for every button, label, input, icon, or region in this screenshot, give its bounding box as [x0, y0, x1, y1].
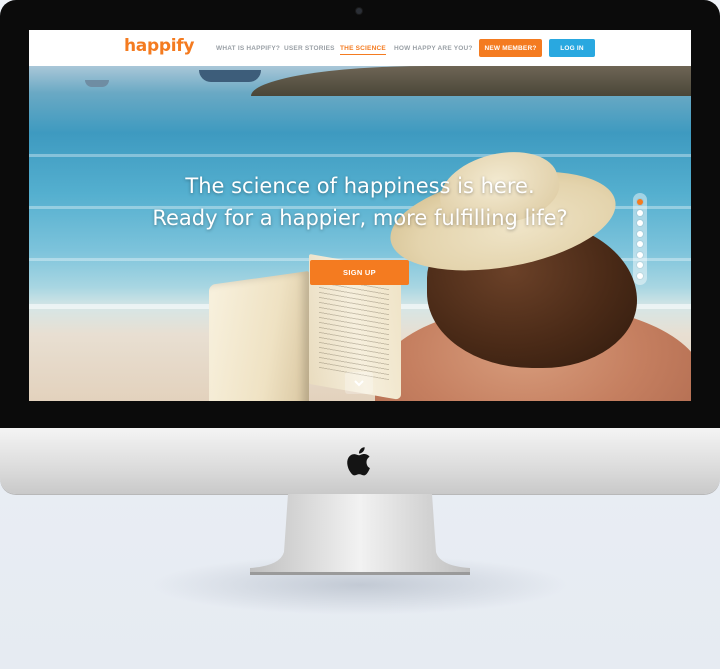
slide-dot[interactable]	[637, 241, 643, 247]
hero-background-island	[251, 66, 691, 96]
slide-dot[interactable]	[637, 220, 643, 226]
nav-link-the-science[interactable]: THE SCIENCE	[340, 45, 386, 55]
hero-headline: The science of happiness is here. Ready …	[29, 170, 691, 234]
slide-dot[interactable]	[637, 209, 643, 216]
signup-button[interactable]: SIGN UP	[310, 260, 409, 285]
new-member-button[interactable]: NEW MEMBER?	[479, 39, 542, 57]
slide-dot[interactable]	[637, 199, 643, 205]
nav-link-what-is-happify[interactable]: WHAT IS HAPPIFY?	[216, 45, 280, 52]
hero-section: The science of happiness is here. Ready …	[29, 66, 691, 401]
hero-photo-book-text	[319, 271, 389, 381]
monitor-stand	[250, 494, 470, 575]
slide-dot[interactable]	[637, 251, 643, 258]
hero-headline-line1: The science of happiness is here.	[185, 174, 535, 198]
apple-icon	[347, 447, 370, 476]
nav-link-user-stories[interactable]: USER STORIES	[284, 45, 335, 52]
top-navigation: happify WHAT IS HAPPIFY? USER STORIES TH…	[29, 30, 691, 67]
hero-wave	[29, 154, 691, 157]
hero-background-boat-small	[85, 80, 109, 87]
slide-dot[interactable]	[637, 262, 643, 268]
hero-photo-book	[209, 270, 309, 401]
site-logo[interactable]: happify	[124, 36, 194, 56]
hero-headline-line2: Ready for a happier, more fulfilling lif…	[152, 206, 568, 230]
screen: happify WHAT IS HAPPIFY? USER STORIES TH…	[29, 30, 691, 401]
login-button[interactable]: LOG IN	[549, 39, 595, 57]
slide-pagination	[633, 193, 647, 285]
slide-dot[interactable]	[637, 272, 643, 279]
slide-dot[interactable]	[637, 230, 643, 237]
chevron-down-icon	[354, 380, 364, 387]
hero-background-boat	[199, 70, 261, 82]
camera-icon	[356, 8, 362, 14]
scroll-down-button[interactable]	[345, 372, 373, 394]
nav-link-how-happy[interactable]: HOW HAPPY ARE YOU?	[394, 45, 473, 52]
